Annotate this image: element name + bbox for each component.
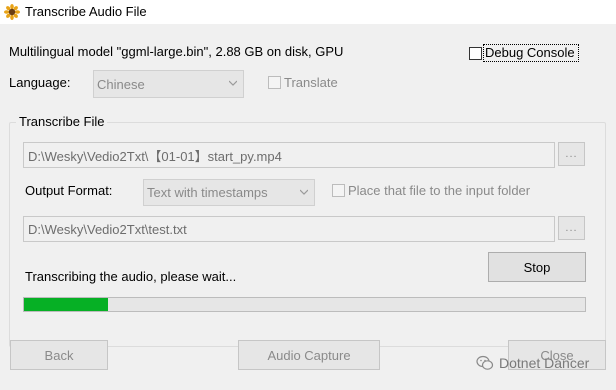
debug-console-label[interactable]: Debug Console [485,45,575,60]
language-select[interactable]: Chinese [93,70,244,98]
back-button[interactable]: Back [10,340,108,370]
chevron-down-icon [229,80,237,86]
place-to-input-folder-checkbox[interactable] [332,184,345,197]
browse-output-button[interactable]: ... [558,216,585,240]
browse-input-button[interactable]: ... [558,142,585,166]
status-text: Transcribing the audio, please wait... [25,269,237,284]
model-info-text: Multilingual model "ggml-large.bin", 2.8… [9,44,344,59]
output-file-path[interactable]: D:\Wesky\Vedio2Txt\test.txt [23,216,555,242]
input-file-path-value: D:\Wesky\Vedio2Txt\【01-01】start_py.mp4 [28,148,282,164]
back-button-label: Back [44,347,74,363]
language-label: Language: [9,75,71,90]
sunflower-icon [4,4,20,20]
output-format-value: Text with timestamps [147,185,268,200]
debug-console-checkbox[interactable] [469,47,482,60]
output-file-path-value: D:\Wesky\Vedio2Txt\test.txt [28,221,187,237]
title-bar: Transcribe Audio File [0,0,616,24]
group-title: Transcribe File [16,114,108,129]
place-to-input-folder-label: Place that file to the input folder [348,183,531,198]
stop-button-label: Stop [523,259,551,275]
output-format-label: Output Format: [25,183,113,198]
window-title: Transcribe Audio File [25,4,147,19]
input-file-path[interactable]: D:\Wesky\Vedio2Txt\【01-01】start_py.mp4 [23,142,555,168]
translate-label: Translate [284,75,338,90]
browse-input-label: ... [565,148,578,160]
output-format-select[interactable]: Text with timestamps [143,179,315,206]
translate-checkbox[interactable] [268,76,281,89]
transcription-progress-bar [23,297,586,312]
language-select-value: Chinese [97,76,145,92]
wechat-icon [476,355,494,370]
watermark: Dotnet Dancer [476,355,589,371]
audio-capture-label: Audio Capture [267,347,351,363]
watermark-text: Dotnet Dancer [499,355,590,371]
audio-capture-button[interactable]: Audio Capture [238,340,380,370]
stop-button[interactable]: Stop [488,252,586,282]
chevron-down-icon [300,189,308,195]
dialog-body: Multilingual model "ggml-large.bin", 2.8… [0,24,616,390]
browse-output-label: ... [565,222,578,234]
progress-fill [24,298,109,311]
